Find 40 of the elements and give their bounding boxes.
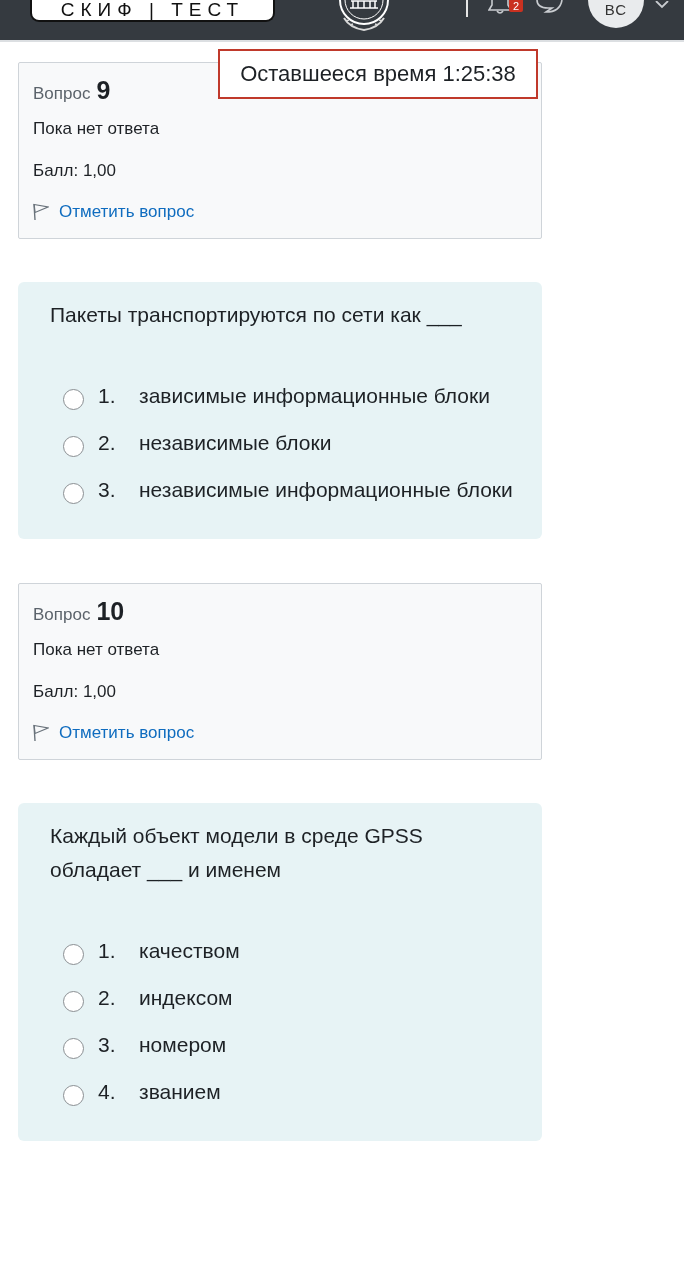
notification-count-badge: 2: [509, 0, 524, 12]
option-text[interactable]: независимые блоки: [139, 425, 530, 460]
flag-question-link[interactable]: Отметить вопрос: [33, 200, 195, 224]
option-number: 1.: [98, 382, 117, 409]
grade-text: Балл: 1,00: [33, 160, 117, 182]
option-text[interactable]: званием: [139, 1074, 530, 1109]
radio-button[interactable]: [63, 990, 84, 1012]
option-number: 2.: [98, 984, 117, 1011]
flag-question-link[interactable]: Отметить вопрос: [33, 721, 195, 745]
option-text[interactable]: зависимые информационные блоки: [139, 378, 530, 413]
option-number: 2.: [98, 429, 117, 456]
speech-bubble-icon[interactable]: [536, 0, 564, 13]
question-text: Пакеты транспортируются по сети как ___: [50, 302, 463, 329]
option-text[interactable]: индексом: [139, 980, 530, 1015]
radio-button[interactable]: [63, 388, 84, 410]
caret-icon[interactable]: [655, 1, 669, 9]
option-number: 1.: [98, 937, 117, 964]
radio-button[interactable]: [63, 435, 84, 457]
answer-status: Пока нет ответа: [33, 639, 161, 661]
user-avatar[interactable]: ВС: [588, 0, 644, 28]
option-number: 3.: [98, 1031, 117, 1058]
option-number: 4.: [98, 1078, 117, 1105]
radio-button[interactable]: [63, 1037, 84, 1059]
bell-icon[interactable]: [488, 0, 512, 14]
radio-button[interactable]: [63, 1084, 84, 1106]
question-number: 10: [96, 596, 125, 627]
option-number: 3.: [98, 476, 117, 503]
time-remaining-timer: Оставшееся время 1:25:38: [218, 49, 538, 99]
question-text: Каждый объект модели в среде GPSS обладает ___ и именем: [50, 823, 424, 884]
question-label: Вопрос: [33, 604, 91, 626]
option-text[interactable]: качеством: [139, 933, 530, 968]
radio-button[interactable]: [63, 943, 84, 965]
question-number: 9: [96, 75, 111, 106]
grade-text: Балл: 1,00: [33, 681, 117, 703]
question-label: Вопрос: [33, 83, 91, 105]
radio-button[interactable]: [63, 482, 84, 504]
option-text[interactable]: номером: [139, 1027, 530, 1062]
answer-status: Пока нет ответа: [33, 118, 161, 140]
option-text[interactable]: независимые информационные блоки: [139, 472, 530, 507]
site-logo-link[interactable]: СКИФ | ТЕСТ: [30, 0, 275, 22]
